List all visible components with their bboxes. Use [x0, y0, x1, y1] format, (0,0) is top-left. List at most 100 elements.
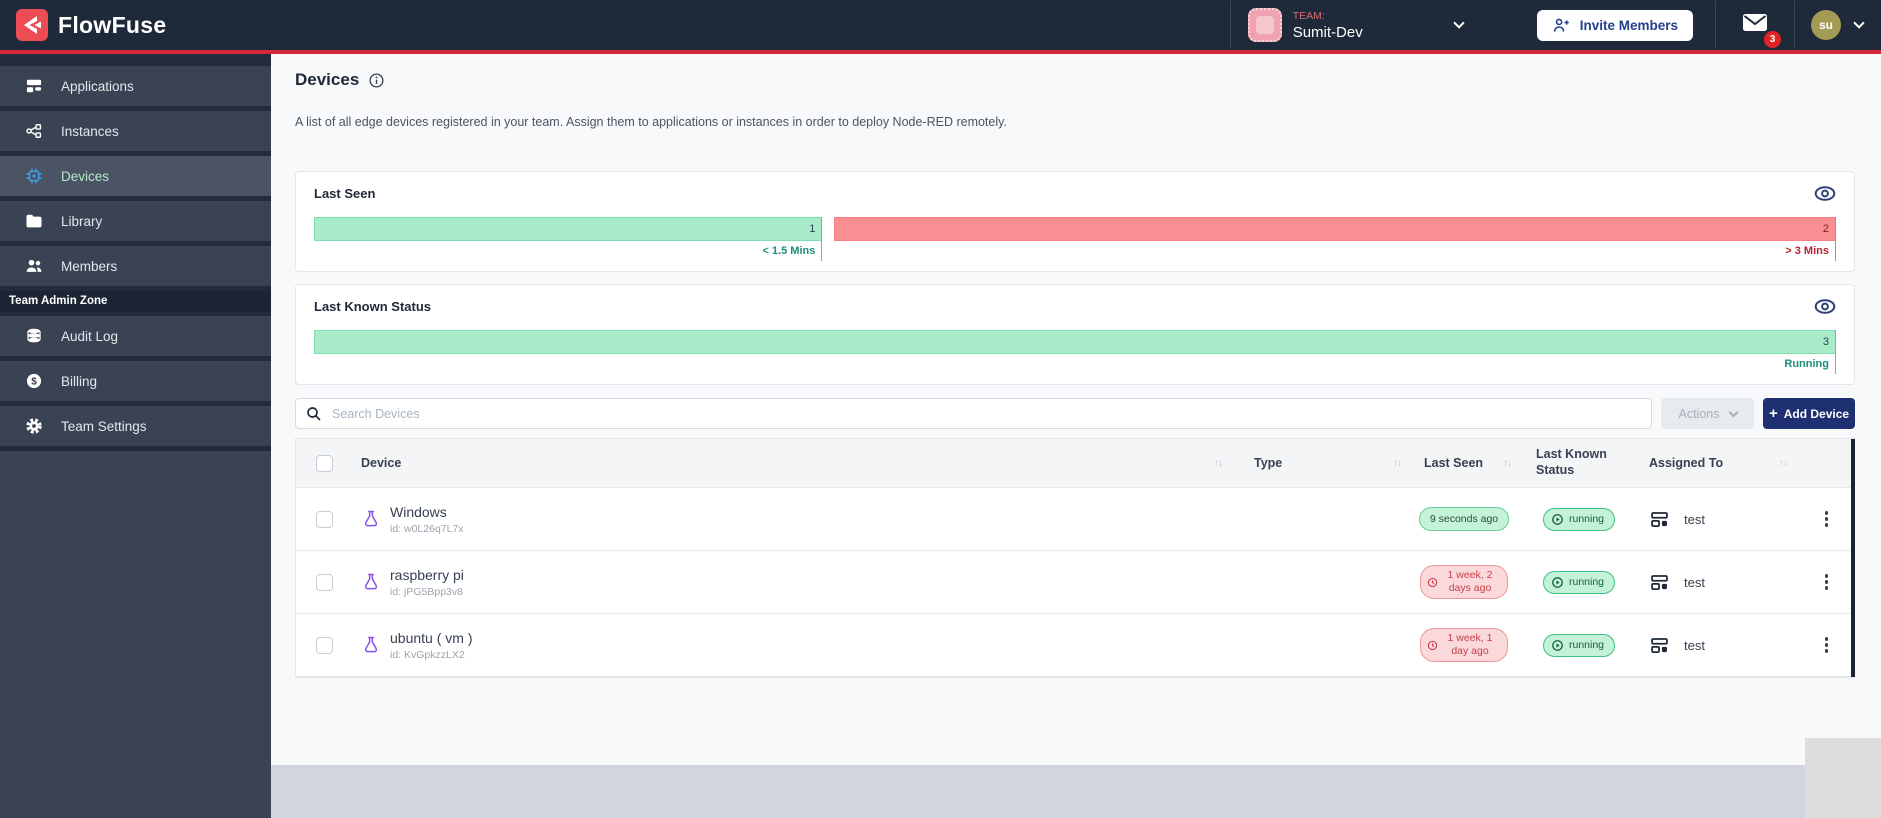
invite-members-button[interactable]: Invite Members: [1536, 9, 1693, 41]
table-row-windows[interactable]: Windows id: w0L26q7L7x 9 seconds ago run…: [296, 488, 1854, 551]
row-menu-kebab[interactable]: [1821, 633, 1833, 657]
notification-count-badge: 3: [1764, 30, 1781, 48]
status-badge: running: [1542, 570, 1616, 594]
row-checkbox[interactable]: [316, 573, 333, 591]
table-row-raspberry-pi[interactable]: raspberry pi id: jPG5Bpp3v8 1 week, 2 da…: [296, 551, 1854, 614]
sidebar-item-label: Applications: [61, 78, 134, 94]
last-seen-badge: 1 week, 2 days ago: [1420, 564, 1508, 600]
sidebar-item-library[interactable]: Library: [0, 201, 271, 241]
clock-icon: [1427, 577, 1438, 587]
sidebar-item-label: Library: [61, 213, 103, 229]
invite-members-label: Invite Members: [1579, 17, 1678, 33]
applications-icon: [26, 79, 42, 93]
device-name[interactable]: Windows: [390, 504, 464, 520]
table-row-ubuntu-vm[interactable]: ubuntu ( vm ) id: KvGpkzzLX2 1 week, 1 d…: [296, 614, 1854, 677]
status-bar-chart: 3 Running: [314, 330, 1836, 374]
team-avatar: [1247, 8, 1282, 42]
table-header-row: Device ↑↓ Type ↑↓ Last Seen ↑↓ Last Know…: [296, 439, 1854, 488]
flowfuse-logo-icon: [16, 9, 48, 41]
sidebar-item-label: Team Settings: [61, 418, 147, 434]
chevron-down-icon[interactable]: [1853, 17, 1865, 29]
select-all-checkbox[interactable]: [316, 454, 333, 472]
assigned-to-link[interactable]: test: [1684, 638, 1705, 653]
eye-icon[interactable]: [1814, 299, 1836, 314]
team-name: Sumit-Dev: [1292, 23, 1363, 41]
device-id: id: jPG5Bpp3v8: [390, 585, 463, 598]
column-header-assigned-to: Assigned To: [1649, 456, 1724, 470]
actions-button[interactable]: Actions: [1661, 398, 1754, 429]
bar-value: 1: [809, 223, 816, 235]
audit-log-icon: [27, 328, 41, 343]
page-description: A list of all edge devices registered in…: [295, 115, 1007, 129]
card-title: Last Seen: [314, 186, 376, 201]
add-device-label: Add Device: [1783, 406, 1850, 421]
sidebar-item-label: Billing: [61, 373, 98, 389]
row-checkbox[interactable]: [316, 636, 333, 654]
info-icon[interactable]: [368, 72, 385, 89]
team-label: TEAM:: [1292, 9, 1325, 22]
sidebar-item-team-settings[interactable]: Team Settings: [0, 406, 271, 446]
last-seen-badge: 1 week, 1 day ago: [1420, 627, 1508, 663]
flowfuse-logo[interactable]: FlowFuse: [16, 9, 166, 41]
row-checkbox[interactable]: [316, 510, 333, 528]
scrollbar-corner[interactable]: [1805, 738, 1881, 818]
bar-value: 2: [1822, 223, 1829, 235]
column-header-last-seen: Last Seen: [1424, 456, 1484, 470]
sidebar-item-label: Members: [61, 258, 118, 274]
device-flask-icon: [364, 636, 378, 653]
bar-value: 3: [1822, 336, 1829, 348]
status-badge: running: [1542, 507, 1616, 531]
bar-label: Running: [1784, 358, 1829, 370]
device-flask-icon: [364, 510, 378, 527]
sidebar-item-applications[interactable]: Applications: [0, 66, 271, 106]
device-id: id: w0L26q7L7x: [390, 522, 464, 535]
page-title: Devices: [295, 70, 360, 89]
row-menu-kebab[interactable]: [1821, 570, 1833, 594]
sidebar-item-devices[interactable]: Devices: [0, 156, 271, 196]
eye-icon[interactable]: [1814, 186, 1836, 201]
sort-icon[interactable]: ↑↓: [1393, 458, 1402, 469]
header-divider: [1794, 1, 1795, 49]
sort-icon[interactable]: ↑↓: [1779, 458, 1788, 469]
team-selector[interactable]: TEAM: Sumit-Dev: [1231, 0, 1481, 50]
sidebar-item-instances[interactable]: Instances: [0, 111, 271, 151]
add-device-button[interactable]: + Add Device: [1763, 398, 1855, 429]
search-icon: [307, 407, 321, 421]
sort-icon[interactable]: ↑↓: [1503, 458, 1512, 469]
row-menu-kebab[interactable]: [1821, 507, 1833, 531]
main-content: Devices A list of all edge devices regis…: [271, 54, 1881, 818]
application-icon: [1651, 637, 1668, 653]
last-seen-card: Last Seen 1 < 1.5 Mins 2 > 3 Mins: [295, 171, 1855, 272]
instances-icon: [26, 124, 42, 138]
sort-icon[interactable]: ↑↓: [1214, 458, 1223, 469]
table-toolbar: Actions + Add Device: [295, 398, 1855, 429]
last-known-status-card: Last Known Status 3 Running: [295, 284, 1855, 385]
chevron-down-icon: [1453, 17, 1465, 29]
library-folder-icon: [26, 214, 42, 228]
bar-segment-under-90s: 1 < 1.5 Mins: [314, 217, 823, 261]
column-header-last-known-status: Last Known Status: [1536, 447, 1607, 477]
notifications-button[interactable]: 3: [1716, 11, 1794, 48]
sidebar-item-members[interactable]: Members: [0, 246, 271, 286]
device-name[interactable]: raspberry pi: [390, 567, 464, 583]
sidebar: Applications Instances Devices Library M…: [0, 54, 271, 818]
running-icon: [1552, 639, 1563, 651]
actions-label: Actions: [1678, 406, 1720, 421]
plus-icon: +: [1768, 404, 1778, 422]
page-bottom-scroll-band: [271, 765, 1805, 818]
sidebar-item-audit-log[interactable]: Audit Log: [0, 316, 271, 356]
assigned-to-link[interactable]: test: [1684, 512, 1705, 527]
search-input[interactable]: [295, 398, 1652, 429]
sidebar-item-label: Instances: [61, 123, 119, 139]
user-plus-icon: [1553, 18, 1569, 32]
assigned-to-link[interactable]: test: [1684, 575, 1705, 590]
bar-label: > 3 Mins: [1785, 245, 1829, 257]
user-avatar[interactable]: su: [1811, 10, 1841, 40]
gear-icon: [26, 418, 42, 434]
sidebar-filler: [0, 451, 271, 818]
billing-dollar-icon: $: [26, 373, 42, 389]
sidebar-item-label: Devices: [61, 168, 110, 184]
last-seen-badge: 9 seconds ago: [1418, 507, 1510, 531]
sidebar-item-billing[interactable]: $ Billing: [0, 361, 271, 401]
device-name[interactable]: ubuntu ( vm ): [390, 630, 472, 646]
